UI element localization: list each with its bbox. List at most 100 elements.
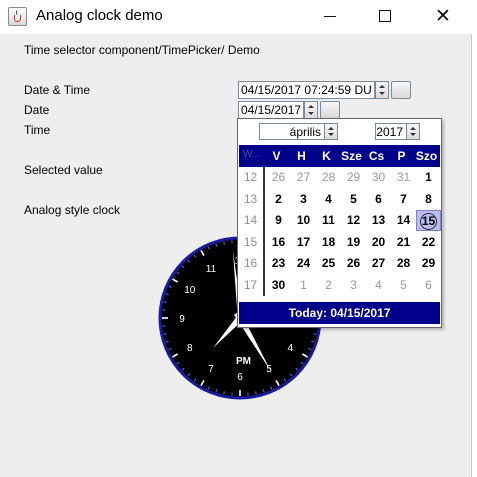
- weekday-header-cell: K: [322, 149, 331, 163]
- week-number-separator: [263, 167, 265, 296]
- date-field[interactable]: 04/15/2017: [238, 101, 304, 119]
- minimize-button[interactable]: [305, 0, 355, 32]
- clock-tick: [255, 391, 257, 395]
- calendar-day[interactable]: 28: [316, 167, 341, 188]
- clock-number: 11: [206, 264, 217, 275]
- weekday-header-cell: Cs: [368, 149, 385, 163]
- clock-number: 5: [266, 364, 272, 375]
- weekday-header-cell: Szo: [415, 149, 438, 163]
- datetime-picker-button[interactable]: [391, 81, 411, 99]
- minimize-icon: [324, 15, 336, 17]
- calendar-day[interactable]: 14: [391, 210, 416, 231]
- calendar-day[interactable]: 5: [341, 189, 366, 210]
- calendar-day[interactable]: 12: [341, 210, 366, 231]
- clock-period: PM: [236, 356, 251, 367]
- week-column-header: W...: [242, 149, 261, 160]
- selected-day-marker: 15: [420, 213, 437, 230]
- calendar-day[interactable]: 26: [341, 253, 366, 274]
- calendar-day[interactable]: 29: [341, 167, 366, 188]
- calendar-day[interactable]: 25: [316, 253, 341, 274]
- calendar-day[interactable]: 31: [391, 167, 416, 188]
- calendar-day[interactable]: 20: [366, 232, 391, 253]
- date-spinner[interactable]: [304, 101, 318, 119]
- calendar-day[interactable]: 16: [266, 232, 291, 253]
- datetime-spinner[interactable]: [375, 81, 389, 99]
- calendar-day[interactable]: 28: [391, 253, 416, 274]
- spinner-up-icon: [379, 85, 385, 88]
- selected-value-label: Selected value: [24, 163, 103, 177]
- calendar-day[interactable]: 23: [266, 253, 291, 274]
- week-number: 16: [243, 256, 258, 270]
- year-spinner[interactable]: [406, 123, 420, 140]
- calendar-day[interactable]: 9: [266, 210, 291, 231]
- clock-number: 9: [179, 314, 185, 325]
- clock-number: 10: [184, 285, 196, 296]
- clock-tick: [163, 333, 167, 335]
- datetime-label: Date & Time: [24, 83, 91, 97]
- week-number: 14: [243, 213, 258, 227]
- analog-clock-label: Analog style clock: [24, 203, 121, 217]
- calendar-day[interactable]: 1: [416, 167, 441, 188]
- calendar-day[interactable]: 29: [416, 253, 441, 274]
- clock-number: 7: [208, 364, 214, 375]
- maximize-button[interactable]: [360, 0, 410, 32]
- month-field[interactable]: április: [259, 123, 325, 140]
- date-picker-button[interactable]: [320, 101, 340, 119]
- spinner-up-icon: [410, 127, 416, 130]
- calendar-day[interactable]: 2: [316, 275, 341, 296]
- spinner-up-icon: [308, 105, 314, 108]
- weekday-header-cell: V: [272, 149, 281, 163]
- title-bar: Analog clock demo ✕: [0, 0, 472, 34]
- spinner-down-icon: [410, 133, 416, 136]
- calendar-day[interactable]: 7: [391, 189, 416, 210]
- spinner-down-icon: [328, 133, 334, 136]
- calendar-day[interactable]: 19: [341, 232, 366, 253]
- calendar-day[interactable]: 22: [416, 232, 441, 253]
- calendar-day[interactable]: 4: [366, 275, 391, 296]
- calendar-day[interactable]: 24: [291, 253, 316, 274]
- calendar-day[interactable]: 11: [316, 210, 341, 231]
- year-field[interactable]: 2017: [375, 123, 407, 140]
- weekday-header-cell: Sze: [341, 149, 362, 163]
- calendar-day[interactable]: 27: [291, 167, 316, 188]
- time-label: Time: [24, 123, 51, 137]
- calendar-day[interactable]: 18: [316, 232, 341, 253]
- calendar-day[interactable]: 3: [341, 275, 366, 296]
- calendar-day[interactable]: 10: [291, 210, 316, 231]
- clock-tick: [223, 391, 225, 395]
- calendar-day[interactable]: 3: [291, 189, 316, 210]
- app-window: Analog clock demo ✕ Time selector compon…: [0, 0, 472, 477]
- clock-tick: [223, 241, 225, 245]
- calendar-day[interactable]: 27: [366, 253, 391, 274]
- month-spinner[interactable]: [324, 123, 338, 140]
- calendar-day[interactable]: 13: [366, 210, 391, 231]
- spinner-down-icon: [308, 112, 314, 115]
- calendar-day[interactable]: 5: [391, 275, 416, 296]
- calendar-day[interactable]: 30: [366, 167, 391, 188]
- spinner-down-icon: [379, 92, 385, 95]
- clock-number: 8: [187, 343, 193, 354]
- close-icon: ✕: [435, 5, 451, 27]
- weekday-header: W... V H K Sze Cs P Szo: [239, 145, 440, 167]
- spinner-up-icon: [328, 127, 334, 130]
- page-heading: Time selector component/TimePicker/ Demo: [24, 43, 260, 57]
- calendar-day[interactable]: 2: [266, 189, 291, 210]
- clock-tick: [163, 301, 167, 303]
- calendar-day[interactable]: 4: [316, 189, 341, 210]
- java-cup-icon: [8, 7, 27, 26]
- today-button[interactable]: Today: 04/15/2017: [239, 302, 440, 324]
- calendar-day[interactable]: 21: [391, 232, 416, 253]
- calendar-day[interactable]: 1: [291, 275, 316, 296]
- calendar-day[interactable]: 30: [266, 275, 291, 296]
- calendar-day[interactable]: 26: [266, 167, 291, 188]
- calendar-day[interactable]: 6: [366, 189, 391, 210]
- close-button[interactable]: ✕: [418, 0, 468, 32]
- calendar-day[interactable]: 8: [416, 189, 441, 210]
- calendar-day[interactable]: 17: [291, 232, 316, 253]
- weekday-header-cell: H: [297, 149, 306, 163]
- week-number: 12: [243, 170, 258, 184]
- calendar-day[interactable]: 15: [416, 210, 441, 231]
- calendar-day[interactable]: 6: [416, 275, 441, 296]
- window-title: Analog clock demo: [36, 7, 163, 24]
- datetime-field[interactable]: 04/15/2017 07:24:59 DU: [238, 81, 375, 99]
